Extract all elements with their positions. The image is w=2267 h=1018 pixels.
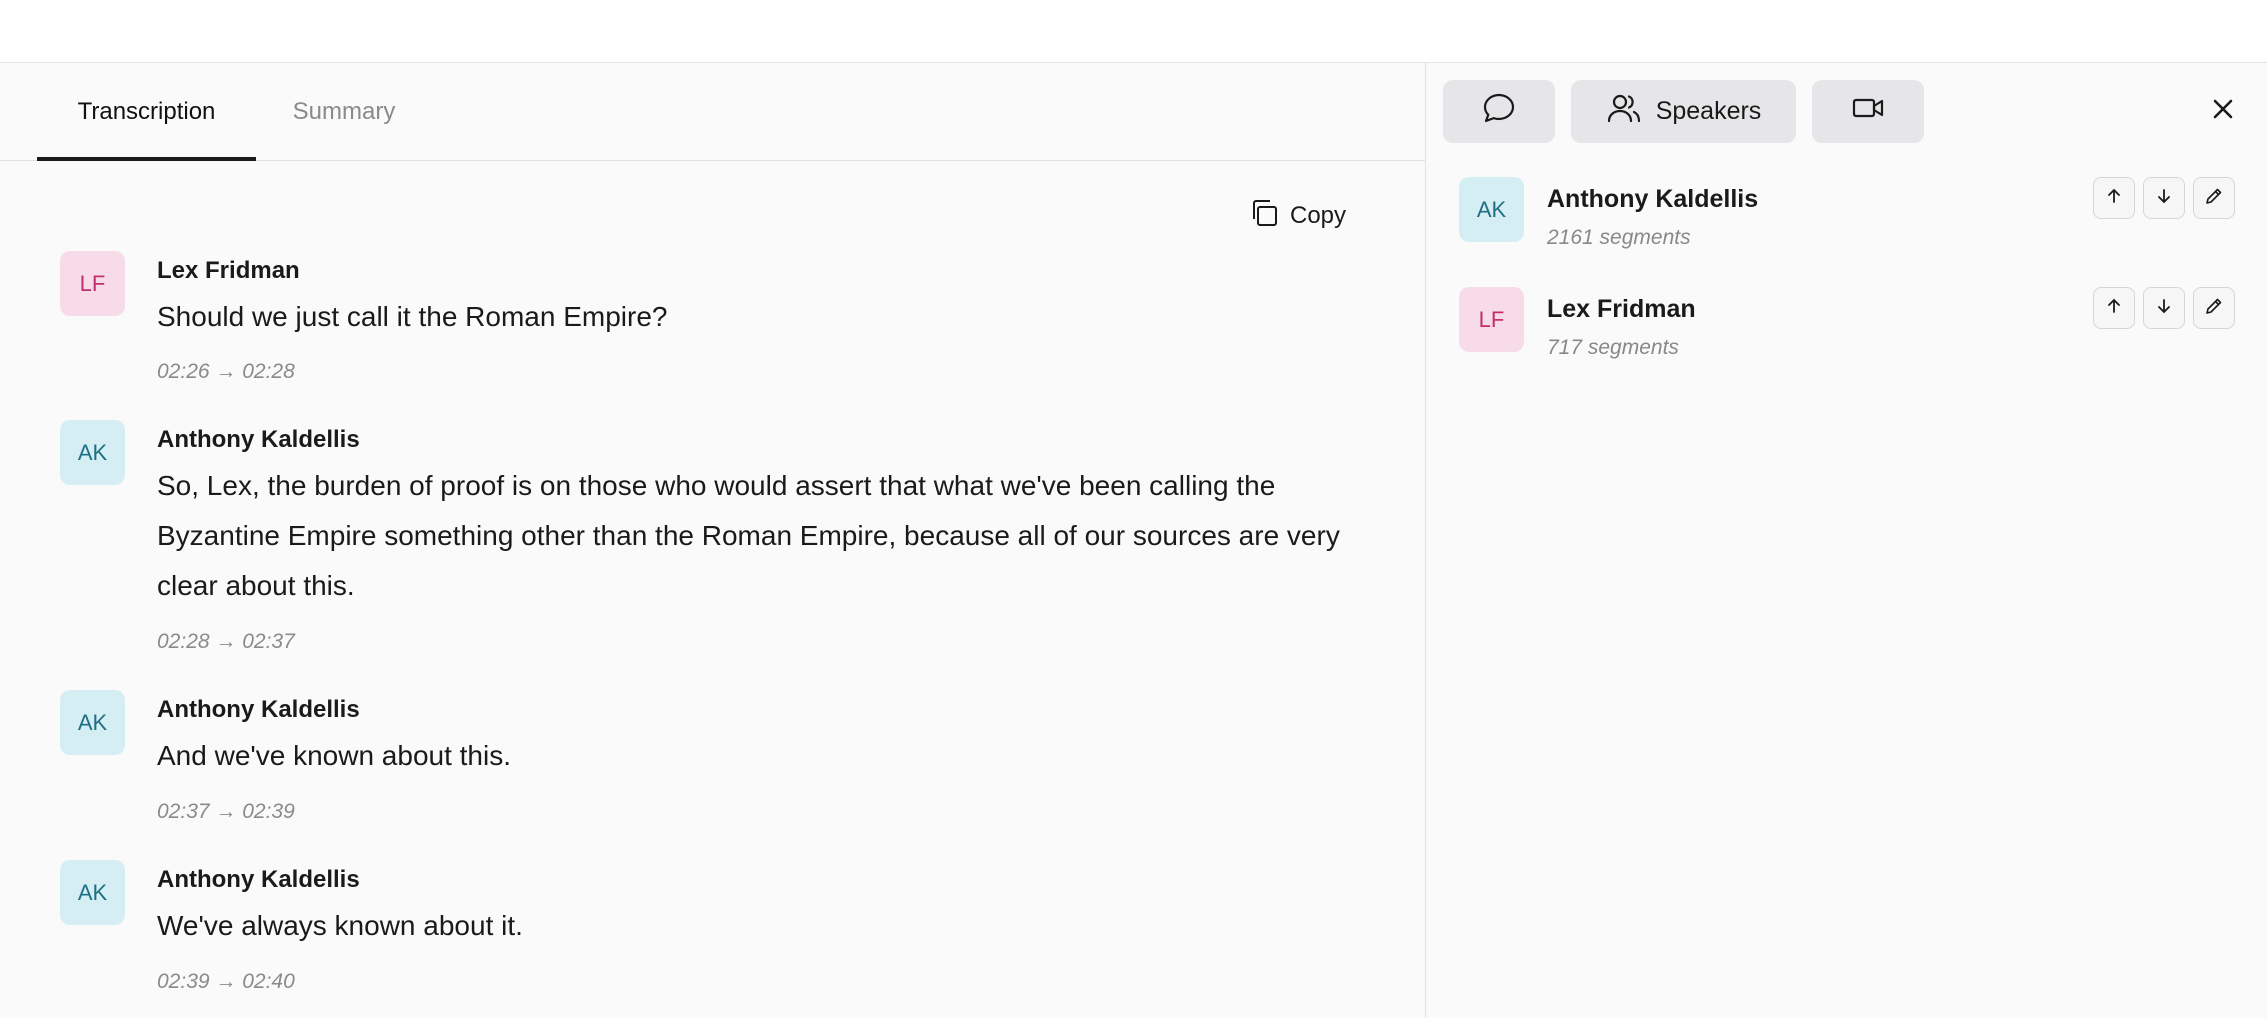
pencil-icon <box>2204 296 2224 321</box>
active-tab-indicator <box>37 157 256 161</box>
transcript-panel: Transcription Summary Copy LF Lex Fridma… <box>0 63 1426 1018</box>
move-up-button[interactable] <box>2093 287 2135 329</box>
segment-time: 02:26 → 02:28 <box>157 360 295 383</box>
copy-label: Copy <box>1290 202 1347 229</box>
speaker-name: Lex Fridman <box>157 257 300 284</box>
top-bar <box>0 0 2267 63</box>
segment-count: 717 segments <box>1547 336 1679 359</box>
users-icon <box>1606 90 1642 133</box>
segment-time: 02:39 → 02:40 <box>157 970 295 993</box>
avatar: LF <box>60 251 125 316</box>
video-button[interactable] <box>1812 80 1924 143</box>
segment-text: We've always known about it. <box>157 910 523 941</box>
arrow-down-icon <box>2154 296 2174 321</box>
segment-time: 02:28 → 02:37 <box>157 630 295 653</box>
video-camera-icon <box>1850 90 1886 133</box>
move-up-button[interactable] <box>2093 177 2135 219</box>
speaker-name: Anthony Kaldellis <box>157 426 360 453</box>
avatar: AK <box>1459 177 1524 242</box>
move-down-button[interactable] <box>2143 177 2185 219</box>
edit-speaker-button[interactable] <box>2193 287 2235 329</box>
tab-bar: Transcription Summary <box>0 63 1426 161</box>
tab-transcription[interactable]: Transcription <box>37 63 256 161</box>
avatar: AK <box>60 420 125 485</box>
speaker-name: Anthony Kaldellis <box>157 696 360 723</box>
edit-speaker-button[interactable] <box>2193 177 2235 219</box>
speakers-panel: Speakers AK Anthony Kaldellis 2161 segme… <box>1427 63 2267 1018</box>
speaker-name: Anthony Kaldellis <box>157 866 360 893</box>
avatar: AK <box>60 690 125 755</box>
arrow-up-icon <box>2104 186 2124 211</box>
speakers-button-label: Speakers <box>1655 97 1762 125</box>
chat-button[interactable] <box>1443 80 1555 143</box>
speaker-name: Anthony Kaldellis <box>1547 185 1759 213</box>
close-icon <box>2208 99 2238 128</box>
speaker-name: Lex Fridman <box>1547 295 1696 323</box>
avatar: AK <box>60 860 125 925</box>
segment-text: So, Lex, the burden of proof is on those… <box>157 470 1340 601</box>
segment-text: Should we just call it the Roman Empire? <box>157 301 668 332</box>
arrow-up-icon <box>2104 296 2124 321</box>
close-button[interactable] <box>2208 94 2238 124</box>
speakers-button[interactable]: Speakers <box>1571 80 1796 143</box>
segment-text: And we've known about this. <box>157 740 512 771</box>
segment-time: 02:37 → 02:39 <box>157 800 295 823</box>
pencil-icon <box>2204 186 2224 211</box>
chat-bubble-icon <box>1481 90 1517 133</box>
arrow-down-icon <box>2154 186 2174 211</box>
copy-icon <box>1248 197 1280 236</box>
tab-summary[interactable]: Summary <box>270 63 418 161</box>
segment-count: 2161 segments <box>1547 226 1691 249</box>
avatar: LF <box>1459 287 1524 352</box>
copy-button[interactable]: Copy <box>1248 196 1346 236</box>
move-down-button[interactable] <box>2143 287 2185 329</box>
